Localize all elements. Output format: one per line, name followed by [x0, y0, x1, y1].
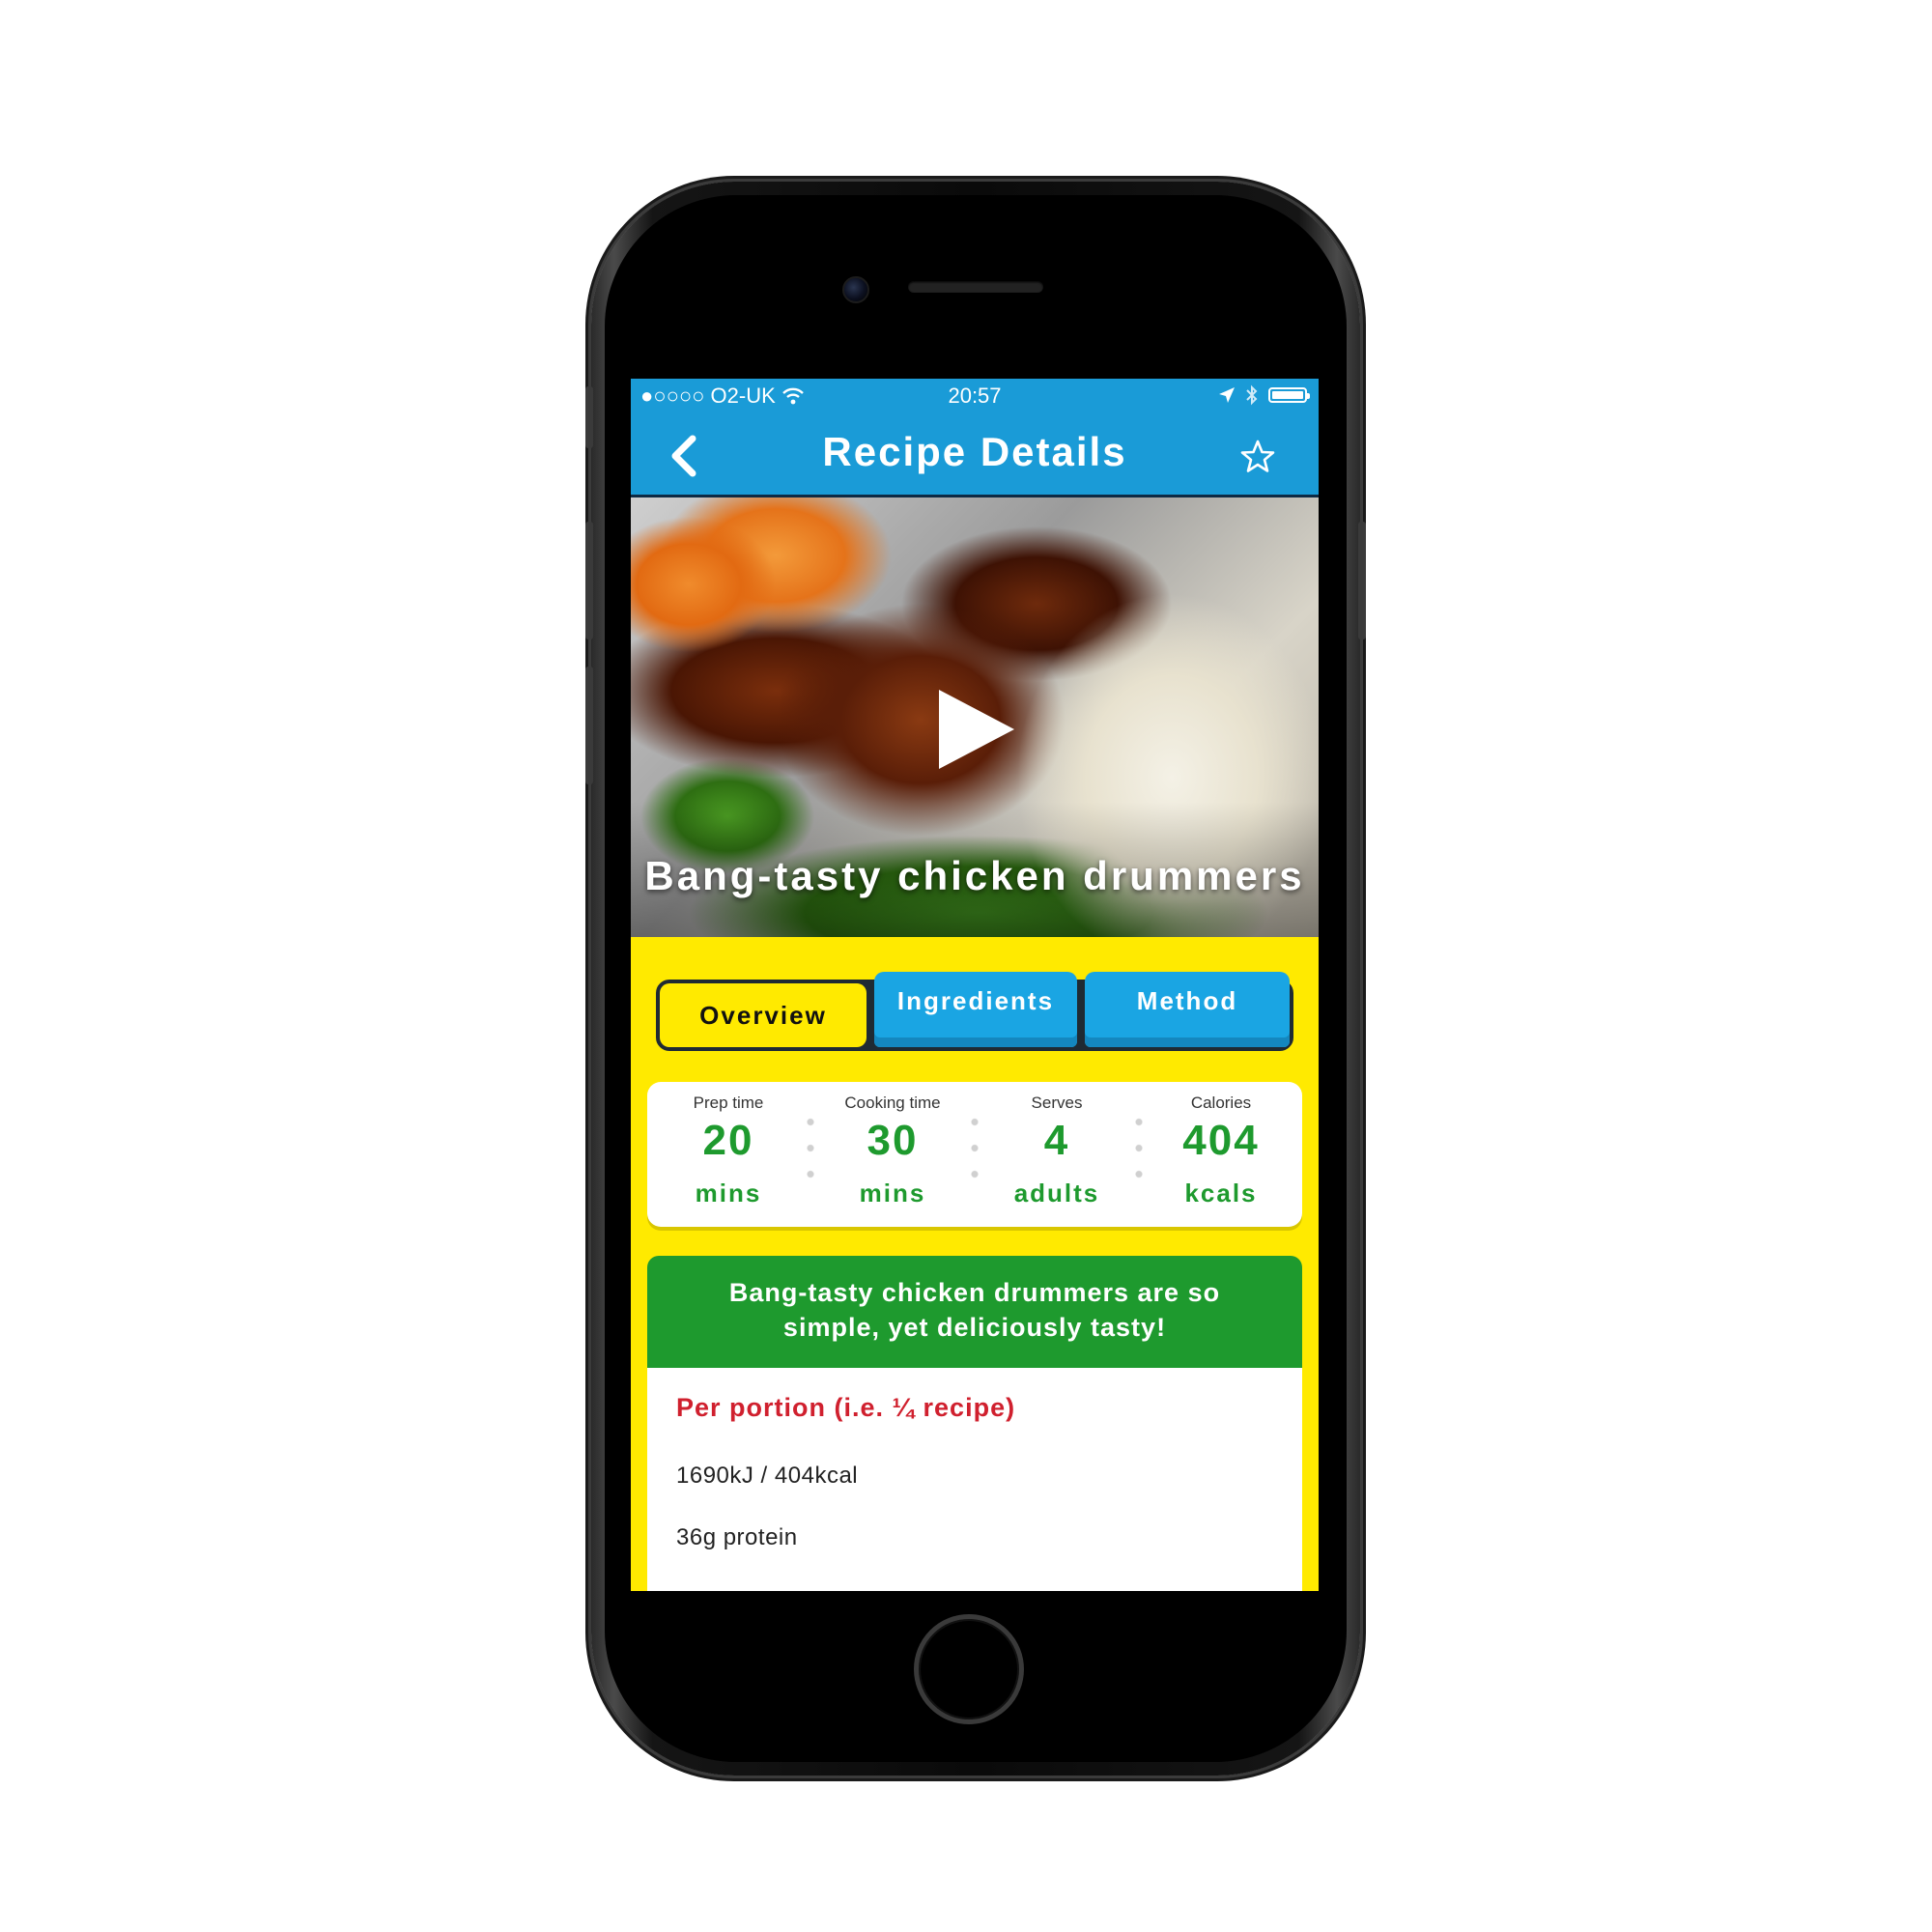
stat-serves: Serves 4 adults — [976, 1082, 1138, 1227]
earpiece-speaker — [908, 281, 1043, 293]
front-camera — [842, 276, 869, 303]
status-time: 20:57 — [948, 384, 1002, 408]
play-icon[interactable] — [933, 686, 1020, 773]
status-bar: ●○○○○ O2-UK 20:57 — [631, 379, 1319, 415]
stat-calories: Calories 404 kcals — [1140, 1082, 1302, 1227]
recipe-hero-image[interactable]: Bang-tasty chicken drummers — [631, 497, 1319, 937]
nutrition-heading: Per portion (i.e. ¼ recipe) — [676, 1393, 1016, 1422]
battery-icon — [1268, 387, 1310, 403]
bluetooth-icon — [1246, 384, 1258, 406]
stat-label: Prep time — [693, 1094, 764, 1112]
stat-unit: kcals — [1184, 1179, 1258, 1208]
mute-switch — [585, 386, 593, 448]
nutrition-panel: Per portion (i.e. ¼ recipe) 1690kJ / 404… — [647, 1368, 1302, 1591]
recipe-description: Bang-tasty chicken drummers are so simpl… — [647, 1256, 1302, 1368]
nutrition-energy: 1690kJ / 404kcal — [676, 1463, 859, 1489]
stat-prep-time: Prep time 20 mins — [647, 1082, 810, 1227]
stat-unit: mins — [695, 1179, 762, 1208]
stat-value: 30 — [867, 1117, 919, 1164]
stat-value: 4 — [1043, 1117, 1070, 1164]
star-outline-icon[interactable] — [1239, 439, 1276, 475]
recipe-stats-card: Prep time 20 mins Cooking time 30 mins S… — [647, 1082, 1302, 1227]
battery-level — [1272, 391, 1303, 399]
volume-down-button — [585, 667, 593, 784]
home-button[interactable] — [914, 1614, 1024, 1724]
volume-up-button — [585, 522, 593, 639]
stat-unit: adults — [1013, 1179, 1100, 1208]
stage: ●○○○○ O2-UK 20:57 Recipe Details Bang-ta… — [0, 0, 1932, 1932]
stat-label: Calories — [1190, 1094, 1252, 1112]
status-right — [1218, 384, 1310, 406]
recipe-title: Bang-tasty chicken drummers — [644, 853, 1305, 898]
stat-value: 20 — [702, 1117, 754, 1164]
tab-ingredients[interactable]: Ingredients — [874, 972, 1077, 1047]
recipe-tabs: Overview Ingredients Method — [656, 972, 1293, 1051]
stat-label: Cooking time — [844, 1094, 941, 1112]
navigation-bar: Recipe Details — [631, 415, 1319, 497]
power-button — [1358, 522, 1366, 639]
tab-overview[interactable]: Overview — [660, 983, 867, 1047]
nutrition-protein: 36g protein — [676, 1524, 798, 1550]
page-title: Recipe Details — [822, 429, 1127, 474]
stat-unit: mins — [859, 1179, 926, 1208]
stat-label: Serves — [1031, 1094, 1083, 1112]
app-screen: ●○○○○ O2-UK 20:57 Recipe Details Bang-ta… — [631, 379, 1319, 1591]
stat-value: 404 — [1182, 1117, 1260, 1164]
tab-method[interactable]: Method — [1085, 972, 1290, 1047]
location-arrow-icon — [1219, 387, 1235, 403]
stat-cooking-time: Cooking time 30 mins — [811, 1082, 974, 1227]
